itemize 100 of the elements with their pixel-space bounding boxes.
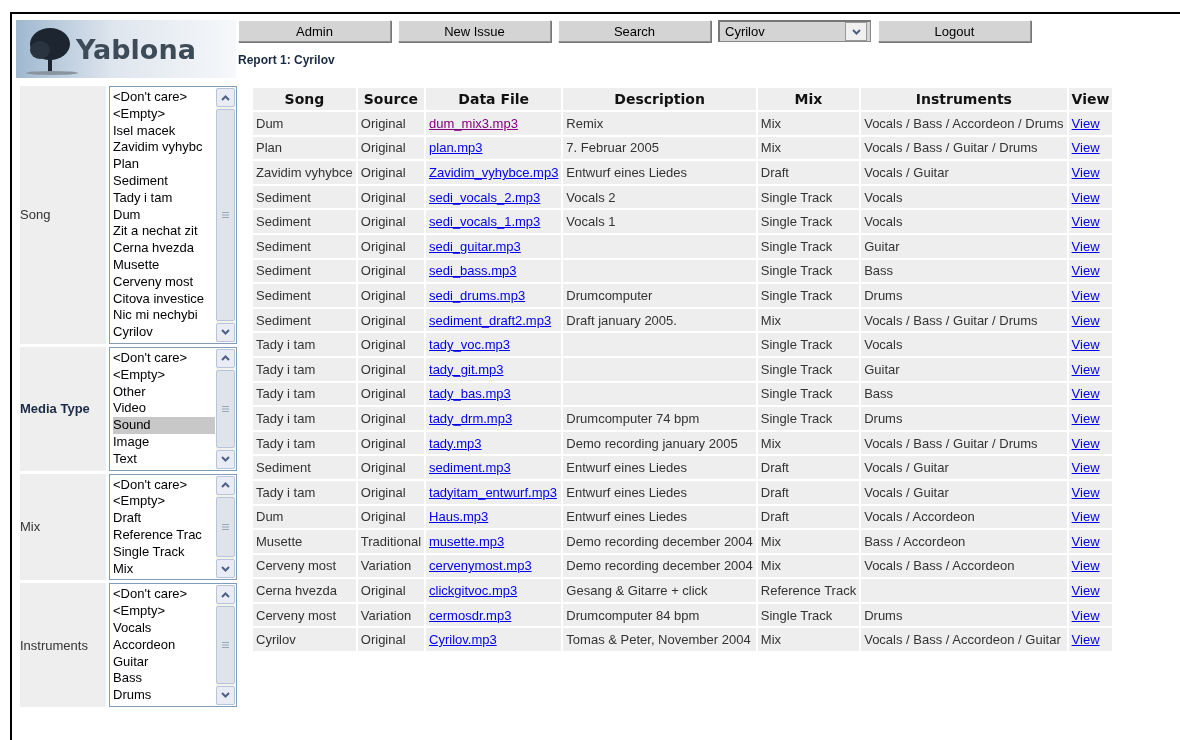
list-option[interactable]: <Don't care>: [113, 586, 215, 604]
list-option[interactable]: <Don't care>: [113, 349, 215, 367]
list-option[interactable]: <Don't care>: [113, 89, 215, 106]
table-cell: Original: [357, 234, 425, 258]
list-option[interactable]: Other: [113, 383, 215, 401]
table-cell: Drums: [861, 407, 1067, 430]
table-cell: Single Track: [757, 603, 860, 627]
scroll-down-icon: [221, 692, 230, 699]
list-option[interactable]: Accordeon: [113, 636, 215, 654]
list-option[interactable]: Text: [113, 450, 215, 468]
grip-icon: [222, 405, 229, 412]
list-option[interactable]: Guitar: [113, 653, 215, 671]
table-cell: Vocals / Bass / Guitar / Drums: [861, 136, 1067, 160]
list-option[interactable]: Sound: [113, 417, 215, 434]
table-cell: Single Track: [757, 185, 860, 209]
list-option[interactable]: <Empty>: [113, 366, 215, 384]
nav-button[interactable]: Search: [558, 20, 711, 42]
table-cell: Single Track: [757, 234, 860, 258]
list-option[interactable]: Cyrilov: [113, 324, 215, 341]
nav-button[interactable]: Admin: [238, 20, 391, 42]
list-option[interactable]: Plan: [113, 156, 215, 173]
table-cell: Bass / Accordeon: [861, 530, 1067, 553]
list-option[interactable]: Cerna hvezda: [113, 240, 215, 257]
table-cell: Draft january 2005.: [563, 308, 756, 332]
list-option[interactable]: <Empty>: [113, 493, 215, 511]
list-option[interactable]: Isel macek: [113, 122, 215, 140]
list-option[interactable]: Mix: [113, 560, 215, 578]
table-cell: Single Track: [757, 407, 860, 430]
list-option[interactable]: Citova investice: [113, 290, 215, 308]
table-cell: Vocals / Bass / Accordeon / Guitar: [861, 628, 1067, 652]
table-cell: Single Track: [757, 333, 860, 356]
table-cell: Original: [357, 480, 425, 504]
scrollbar[interactable]: [216, 88, 235, 342]
user-select[interactable]: Cyrilov: [718, 20, 871, 42]
filter-listbox[interactable]: <Don't care> <Empty> Other Video Sound Image Text: [109, 346, 237, 471]
table-cell: Reference Track: [757, 579, 860, 602]
list-option[interactable]: Reference Trac: [113, 526, 215, 544]
table-cell: Draft: [757, 480, 860, 504]
table-cell: Original: [357, 161, 425, 184]
table-cell: Tady i tam: [253, 357, 356, 381]
grip-icon: [222, 523, 229, 530]
table-cell: Original: [357, 308, 425, 332]
table-cell: Traditional: [357, 530, 425, 553]
filter-label: Mix: [20, 473, 106, 581]
list-option[interactable]: Single Track: [113, 543, 215, 561]
table-cell: Vocals: [861, 210, 1067, 233]
table-cell: Cerveny most: [253, 554, 356, 578]
table-cell: Original: [357, 136, 425, 160]
table-cell: Original: [357, 407, 425, 430]
list-option[interactable]: Drums: [113, 687, 215, 704]
table-cell: Dum: [253, 112, 356, 135]
list-option[interactable]: Sediment: [113, 173, 215, 190]
list-option[interactable]: Draft: [113, 510, 215, 527]
table-cell: 7. Februar 2005: [563, 136, 756, 160]
list-option[interactable]: Vocals: [113, 619, 215, 637]
table-cell: Drumcomputer 84 bpm: [563, 603, 756, 627]
table-cell: Guitar: [861, 234, 1067, 258]
scrollbar[interactable]: [216, 475, 235, 579]
list-option[interactable]: Dum: [113, 206, 215, 224]
scrollbar[interactable]: [216, 585, 235, 705]
filter-listbox[interactable]: <Don't care> <Empty> Vocals Accordeon Guitar Bass Drums: [109, 583, 237, 707]
table-cell: Original: [357, 284, 425, 307]
table-cell: Original: [357, 382, 425, 406]
list-option[interactable]: Zavidim vyhybc: [113, 139, 215, 157]
table-cell: Sediment: [253, 210, 356, 233]
scroll-down-icon: [221, 456, 230, 463]
table-cell: Vocals / Bass / Guitar / Drums: [861, 308, 1067, 332]
table-cell: Sediment: [253, 284, 356, 307]
list-option[interactable]: <Don't care>: [113, 476, 215, 494]
list-option[interactable]: Video: [113, 400, 215, 418]
filter-label: Media Type: [20, 346, 106, 471]
table-cell: Original: [357, 431, 425, 455]
list-option[interactable]: <Empty>: [113, 105, 215, 123]
list-option[interactable]: Musette: [113, 256, 215, 274]
table-cell: Cerna hvezda: [253, 579, 356, 602]
logout-button[interactable]: Logout: [878, 20, 1031, 42]
list-option[interactable]: Zit a nechat zit: [113, 223, 215, 241]
filter-listbox[interactable]: <Don't care> <Empty> Draft Reference Trac Single Track Mix: [109, 473, 237, 581]
list-option[interactable]: Image: [113, 433, 215, 451]
table-cell: Vocals / Accordeon: [861, 505, 1067, 529]
scroll-up-icon: [221, 355, 230, 362]
scroll-down-icon: [221, 565, 230, 572]
scrollbar[interactable]: [216, 348, 235, 469]
list-option[interactable]: Nic mi nechybi: [113, 307, 215, 325]
table-cell: Single Track: [757, 210, 860, 233]
table-cell: Draft: [757, 161, 860, 184]
list-option[interactable]: <Empty>: [113, 603, 215, 620]
table-cell: Vocals / Guitar: [861, 456, 1067, 479]
list-option[interactable]: Tady i tam: [113, 189, 215, 207]
table-cell: Musette: [253, 530, 356, 553]
table-cell: Mix: [757, 431, 860, 455]
table-cell: Bass: [861, 259, 1067, 283]
table-cell: Vocals: [861, 185, 1067, 209]
filter-listbox[interactable]: <Don't care> <Empty> Isel macek Zavidim vyhybc Plan Sediment Tady i tam Dum Zit a nechat zit Cerna hvezda Musette Cerveny most Citova investice Nic mi nechybi Cyrilov: [109, 86, 237, 344]
filter-label: Song: [20, 86, 106, 344]
list-option[interactable]: Bass: [113, 670, 215, 688]
table-cell: Tady i tam: [253, 333, 356, 356]
table-cell: Sediment: [253, 456, 356, 479]
list-option[interactable]: Cerveny most: [113, 273, 215, 291]
nav-button[interactable]: New Issue: [398, 20, 551, 42]
